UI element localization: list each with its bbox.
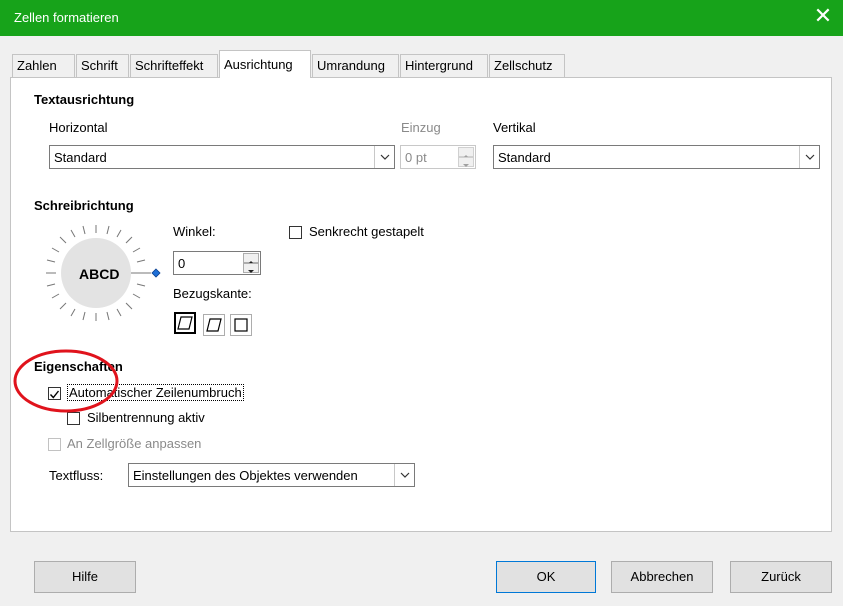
tab-hintergrund[interactable]: Hintergrund xyxy=(400,54,488,77)
vertical-select-value: Standard xyxy=(498,150,551,165)
spin-up-icon[interactable] xyxy=(458,147,474,158)
tab-label: Schrift xyxy=(81,58,118,73)
indent-label: Einzug xyxy=(401,120,441,135)
cancel-button-label: Abbrechen xyxy=(630,569,694,584)
tab-schrifteffekt[interactable]: Schrifteffekt xyxy=(130,54,218,77)
reset-button[interactable]: Zurück xyxy=(730,561,832,593)
tab-umrandung[interactable]: Umrandung xyxy=(312,54,399,77)
text-flow-select[interactable]: Einstellungen des Objektes verwenden xyxy=(128,463,415,487)
tab-label: Schrifteffekt xyxy=(135,58,204,73)
chevron-down-icon[interactable] xyxy=(394,464,414,486)
spin-down-icon[interactable] xyxy=(243,263,259,273)
section-title-text-orientation: Schreibrichtung xyxy=(34,198,134,213)
reference-edge-top-button[interactable] xyxy=(203,314,225,336)
dial-marker-icon xyxy=(151,268,161,278)
cancel-button[interactable]: Abbrechen xyxy=(611,561,713,593)
spin-up-icon[interactable] xyxy=(243,253,259,264)
chevron-down-icon[interactable] xyxy=(374,146,394,168)
orientation-dial[interactable]: ABCD xyxy=(41,221,161,331)
tab-ausrichtung[interactable]: Ausrichtung xyxy=(219,50,311,78)
window-title: Zellen formatieren xyxy=(14,10,119,25)
help-button[interactable]: Hilfe xyxy=(34,561,136,593)
indent-spinner[interactable]: 0 pt xyxy=(400,145,476,169)
horizontal-label-text: Horizontal xyxy=(49,120,108,135)
angle-value: 0 xyxy=(178,256,186,271)
close-icon[interactable]: ✕ xyxy=(803,0,843,36)
ok-button-label: OK xyxy=(536,569,556,584)
vertical-label: Vertikal xyxy=(493,120,536,135)
tab-label: Umrandung xyxy=(317,58,385,73)
horizontal-label: Horizontal xyxy=(49,120,108,135)
text-flow-label: Textfluss: xyxy=(49,468,104,483)
shrink-to-fit-checkbox[interactable] xyxy=(48,438,61,451)
horizontal-select-value: Standard xyxy=(54,150,107,165)
indent-value: 0 pt xyxy=(405,150,427,165)
reference-edge-label: Bezugskante: xyxy=(173,286,252,301)
reference-edge-inside-button[interactable] xyxy=(230,314,252,336)
angle-spinner[interactable]: 0 xyxy=(173,251,261,275)
vertically-stacked-label: Senkrecht gestapelt xyxy=(309,224,424,239)
horizontal-select[interactable]: Standard xyxy=(49,145,395,169)
tab-label: Zahlen xyxy=(17,58,57,73)
tab-schrift[interactable]: Schrift xyxy=(76,54,129,77)
ok-button[interactable]: OK xyxy=(496,561,596,593)
title-bar: Zellen formatieren ✕ xyxy=(0,0,843,36)
reset-button-label: Zurück xyxy=(761,569,801,584)
text-flow-select-value: Einstellungen des Objektes verwenden xyxy=(133,468,358,483)
chevron-down-icon[interactable] xyxy=(799,146,819,168)
format-cells-dialog: Zellen formatieren ✕ Zahlen Schrift Schr… xyxy=(0,0,843,606)
tab-label: Hintergrund xyxy=(405,58,473,73)
spin-down-icon[interactable] xyxy=(458,157,474,167)
vertical-select[interactable]: Standard xyxy=(493,145,820,169)
tab-label: Zellschutz xyxy=(494,58,553,73)
vertically-stacked-checkbox[interactable] xyxy=(289,226,302,239)
section-title-text-alignment: Textausrichtung xyxy=(34,92,135,107)
annotation-circle xyxy=(13,349,119,413)
tab-panel-ausrichtung: Textausrichtung Horizontal Standard Einz… xyxy=(10,77,832,532)
tab-zellschutz[interactable]: Zellschutz xyxy=(489,54,565,77)
dial-text: ABCD xyxy=(79,266,120,282)
shrink-to-fit-label: An Zellgröße anpassen xyxy=(67,436,202,451)
tab-label: Ausrichtung xyxy=(224,57,293,72)
tab-zahlen[interactable]: Zahlen xyxy=(12,54,75,77)
reference-edge-bottom-button[interactable] xyxy=(174,312,196,334)
angle-label: Winkel: xyxy=(173,224,216,239)
help-button-label: Hilfe xyxy=(71,569,98,584)
